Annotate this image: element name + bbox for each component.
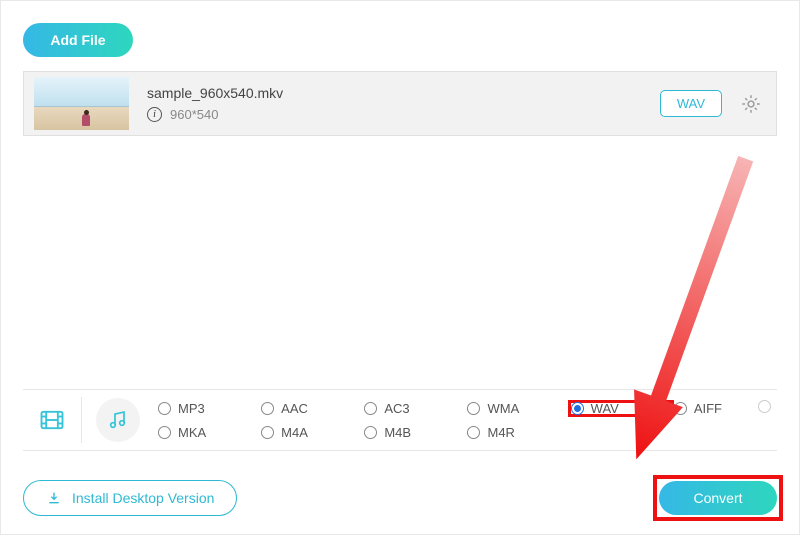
video-category-icon[interactable] (37, 405, 67, 435)
format-option-m4a[interactable]: M4A (261, 425, 364, 440)
format-option-mka[interactable]: MKA (158, 425, 261, 440)
target-format-label: WAV (677, 96, 705, 111)
format-option-label: M4A (281, 425, 308, 440)
radio-icon (158, 402, 171, 415)
format-option-label: AAC (281, 401, 308, 416)
format-option-mp3[interactable]: MP3 (158, 400, 261, 417)
format-option-aac[interactable]: AAC (261, 400, 364, 417)
format-options-grid: MP3 AAC AC3 WMA WAV AIFF MKA M4A M4B M4R (158, 400, 777, 440)
divider (81, 397, 82, 443)
format-option-wav[interactable]: WAV (568, 400, 674, 417)
radio-icon (467, 426, 480, 439)
format-option-wma[interactable]: WMA (467, 400, 570, 417)
format-option-label: MKA (178, 425, 206, 440)
file-item-row: sample_960x540.mkv i 960*540 WAV (23, 71, 777, 136)
file-name: sample_960x540.mkv (147, 85, 660, 101)
add-file-label: Add File (50, 32, 105, 48)
format-option-label: AC3 (384, 401, 409, 416)
format-option-label: M4B (384, 425, 411, 440)
format-option-m4r[interactable]: M4R (467, 425, 570, 440)
info-icon[interactable]: i (147, 107, 162, 122)
radio-icon (261, 402, 274, 415)
audio-category-icon[interactable] (96, 398, 140, 442)
convert-label: Convert (693, 490, 742, 506)
file-info: sample_960x540.mkv i 960*540 (147, 85, 660, 122)
format-option-label: WMA (487, 401, 519, 416)
radio-icon (467, 402, 480, 415)
file-resolution: 960*540 (170, 107, 218, 122)
radio-icon (158, 426, 171, 439)
app-window: Add File sample_960x540.mkv i 960*540 WA… (0, 0, 800, 535)
format-option-label: AIFF (694, 401, 722, 416)
radio-icon (364, 426, 377, 439)
radio-icon (571, 402, 584, 415)
radio-icon (364, 402, 377, 415)
convert-button[interactable]: Convert (659, 481, 777, 515)
convert-highlight-box: Convert (659, 481, 777, 515)
install-desktop-button[interactable]: Install Desktop Version (23, 480, 237, 516)
download-icon (46, 490, 62, 506)
format-option-label: M4R (487, 425, 514, 440)
gear-icon[interactable] (740, 93, 762, 115)
add-file-button[interactable]: Add File (23, 23, 133, 57)
format-option-label: MP3 (178, 401, 205, 416)
install-desktop-label: Install Desktop Version (72, 490, 214, 506)
bottom-bar: Install Desktop Version Convert (23, 475, 777, 520)
file-thumbnail[interactable] (34, 77, 129, 130)
format-bar: MP3 AAC AC3 WMA WAV AIFF MKA M4A M4B M4R (23, 389, 777, 451)
format-option-m4b[interactable]: M4B (364, 425, 467, 440)
format-option-ac3[interactable]: AC3 (364, 400, 467, 417)
format-option-label: WAV (591, 401, 619, 416)
format-option-truncated[interactable] (758, 400, 771, 413)
target-format-chip[interactable]: WAV (660, 90, 722, 117)
radio-icon (674, 402, 687, 415)
radio-icon (261, 426, 274, 439)
radio-icon (758, 400, 771, 413)
